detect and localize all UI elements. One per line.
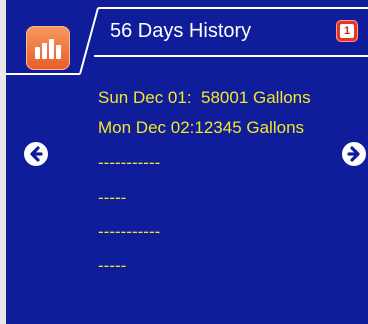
bar-chart-icon — [26, 26, 70, 70]
page-title: 56 Days History — [110, 20, 252, 42]
arrow-right-circle-icon — [347, 146, 360, 162]
history-record-empty: ----- — [98, 188, 127, 207]
history-screen: 56 Days History 1 Sun Dec 01: 58001 Gall… — [6, 0, 368, 324]
arrow-left-circle-icon — [30, 146, 43, 162]
history-record: Mon Dec 02:12345 Gallons — [98, 118, 305, 137]
next-button[interactable] — [342, 142, 366, 166]
history-record: Sun Dec 01: 58001 Gallons — [98, 88, 311, 107]
previous-button[interactable] — [24, 142, 48, 166]
page-badge-icon[interactable]: 1 — [336, 20, 358, 42]
history-record-empty: ----------- — [98, 153, 161, 172]
device-page: 56 Days History 1 Sun Dec 01: 58001 Gall… — [0, 0, 368, 324]
badge-number: 1 — [340, 24, 354, 38]
history-record-empty: ----- — [98, 256, 127, 275]
history-record-empty: ----------- — [98, 222, 161, 241]
